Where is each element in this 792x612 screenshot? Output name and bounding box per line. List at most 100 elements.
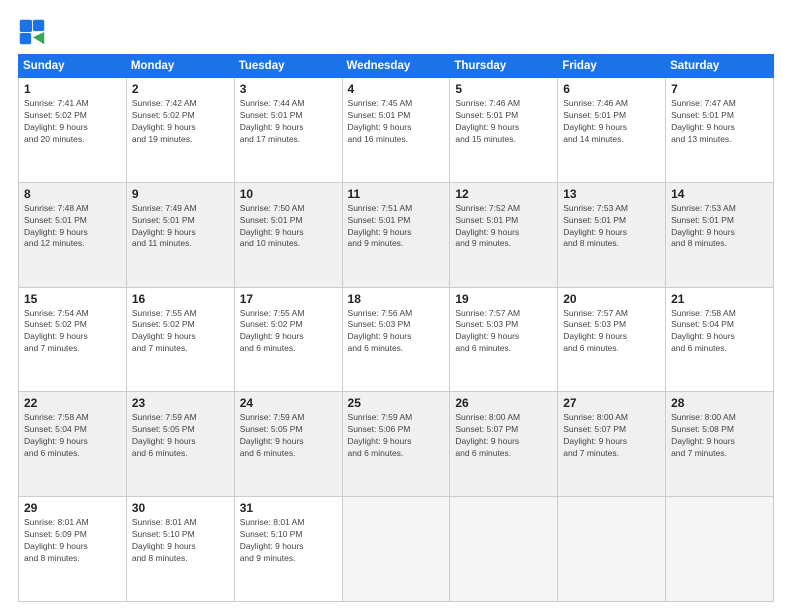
calendar-cell: 2 Sunrise: 7:42 AMSunset: 5:02 PMDaylight… [126, 78, 234, 183]
calendar-cell: 9 Sunrise: 7:49 AMSunset: 5:01 PMDaylight… [126, 182, 234, 287]
day-number: 28 [671, 396, 769, 410]
calendar-cell [450, 497, 558, 602]
logo [18, 18, 50, 46]
page: SundayMondayTuesdayWednesdayThursdayFrid… [0, 0, 792, 612]
cell-text: Sunrise: 7:53 AMSunset: 5:01 PMDaylight:… [563, 203, 661, 251]
cell-text: Sunrise: 8:01 AMSunset: 5:10 PMDaylight:… [240, 517, 338, 565]
calendar-cell: 31 Sunrise: 8:01 AMSunset: 5:10 PMDayligh… [234, 497, 342, 602]
calendar-cell: 14 Sunrise: 7:53 AMSunset: 5:01 PMDayligh… [666, 182, 774, 287]
day-number: 16 [132, 292, 230, 306]
cell-text: Sunrise: 7:54 AMSunset: 5:02 PMDaylight:… [24, 308, 122, 356]
day-number: 3 [240, 82, 338, 96]
calendar-cell: 29Sunrise: 8:01 AMSunset: 5:09 PMDayligh… [19, 497, 127, 602]
calendar-cell: 25 Sunrise: 7:59 AMSunset: 5:06 PMDayligh… [342, 392, 450, 497]
calendar-cell [342, 497, 450, 602]
day-number: 1 [24, 82, 122, 96]
calendar-cell: 30 Sunrise: 8:01 AMSunset: 5:10 PMDayligh… [126, 497, 234, 602]
day-number: 18 [348, 292, 446, 306]
day-number: 21 [671, 292, 769, 306]
calendar-cell: 18 Sunrise: 7:56 AMSunset: 5:03 PMDayligh… [342, 287, 450, 392]
cell-text: Sunrise: 7:53 AMSunset: 5:01 PMDaylight:… [671, 203, 769, 251]
cell-text: Sunrise: 7:50 AMSunset: 5:01 PMDaylight:… [240, 203, 338, 251]
calendar-cell: 17 Sunrise: 7:55 AMSunset: 5:02 PMDayligh… [234, 287, 342, 392]
day-number: 14 [671, 187, 769, 201]
cell-text: Sunrise: 7:49 AMSunset: 5:01 PMDaylight:… [132, 203, 230, 251]
cell-text: Sunrise: 8:00 AMSunset: 5:07 PMDaylight:… [563, 412, 661, 460]
calendar-cell: 6 Sunrise: 7:46 AMSunset: 5:01 PMDaylight… [558, 78, 666, 183]
day-number: 17 [240, 292, 338, 306]
calendar-cell: 21 Sunrise: 7:58 AMSunset: 5:04 PMDayligh… [666, 287, 774, 392]
day-header-saturday: Saturday [666, 55, 774, 78]
cell-text: Sunrise: 7:55 AMSunset: 5:02 PMDaylight:… [240, 308, 338, 356]
day-number: 2 [132, 82, 230, 96]
calendar-cell [666, 497, 774, 602]
cell-text: Sunrise: 7:41 AMSunset: 5:02 PMDaylight:… [24, 98, 122, 146]
cell-text: Sunrise: 7:45 AMSunset: 5:01 PMDaylight:… [348, 98, 446, 146]
calendar-week-row: 15 Sunrise: 7:54 AMSunset: 5:02 PMDayligh… [19, 287, 774, 392]
calendar-cell: 7 Sunrise: 7:47 AMSunset: 5:01 PMDaylight… [666, 78, 774, 183]
day-number: 7 [671, 82, 769, 96]
day-number: 12 [455, 187, 553, 201]
day-number: 24 [240, 396, 338, 410]
logo-icon [18, 18, 46, 46]
calendar-cell: 27 Sunrise: 8:00 AMSunset: 5:07 PMDayligh… [558, 392, 666, 497]
day-number: 15 [24, 292, 122, 306]
cell-text: Sunrise: 8:01 AMSunset: 5:10 PMDaylight:… [132, 517, 230, 565]
day-header-thursday: Thursday [450, 55, 558, 78]
cell-text: Sunrise: 7:46 AMSunset: 5:01 PMDaylight:… [455, 98, 553, 146]
day-number: 11 [348, 187, 446, 201]
calendar-cell: 1 Sunrise: 7:41 AMSunset: 5:02 PMDaylight… [19, 78, 127, 183]
cell-text: Sunrise: 7:44 AMSunset: 5:01 PMDaylight:… [240, 98, 338, 146]
calendar-cell: 19 Sunrise: 7:57 AMSunset: 5:03 PMDayligh… [450, 287, 558, 392]
calendar-cell: 23 Sunrise: 7:59 AMSunset: 5:05 PMDayligh… [126, 392, 234, 497]
cell-text: Sunrise: 7:52 AMSunset: 5:01 PMDaylight:… [455, 203, 553, 251]
day-number: 31 [240, 501, 338, 515]
day-number: 4 [348, 82, 446, 96]
day-header-monday: Monday [126, 55, 234, 78]
day-number: 23 [132, 396, 230, 410]
day-header-tuesday: Tuesday [234, 55, 342, 78]
calendar-week-row: 29Sunrise: 8:01 AMSunset: 5:09 PMDayligh… [19, 497, 774, 602]
day-number: 5 [455, 82, 553, 96]
calendar-cell: 11 Sunrise: 7:51 AMSunset: 5:01 PMDayligh… [342, 182, 450, 287]
day-number: 25 [348, 396, 446, 410]
cell-text: Sunrise: 7:57 AMSunset: 5:03 PMDaylight:… [455, 308, 553, 356]
day-number: 27 [563, 396, 661, 410]
day-number: 19 [455, 292, 553, 306]
calendar-cell: 13 Sunrise: 7:53 AMSunset: 5:01 PMDayligh… [558, 182, 666, 287]
cell-text: Sunrise: 7:57 AMSunset: 5:03 PMDaylight:… [563, 308, 661, 356]
calendar-cell: 3 Sunrise: 7:44 AMSunset: 5:01 PMDaylight… [234, 78, 342, 183]
cell-text: Sunrise: 7:59 AMSunset: 5:05 PMDaylight:… [240, 412, 338, 460]
day-number: 30 [132, 501, 230, 515]
cell-text: Sunrise: 7:59 AMSunset: 5:05 PMDaylight:… [132, 412, 230, 460]
cell-text: Sunrise: 7:51 AMSunset: 5:01 PMDaylight:… [348, 203, 446, 251]
calendar-week-row: 22Sunrise: 7:58 AMSunset: 5:04 PMDayligh… [19, 392, 774, 497]
cell-text: Sunrise: 7:48 AMSunset: 5:01 PMDaylight:… [24, 203, 122, 251]
calendar-cell: 26Sunrise: 8:00 AMSunset: 5:07 PMDayligh… [450, 392, 558, 497]
cell-text: Sunrise: 7:42 AMSunset: 5:02 PMDaylight:… [132, 98, 230, 146]
calendar-cell: 16Sunrise: 7:55 AMSunset: 5:02 PMDayligh… [126, 287, 234, 392]
calendar-week-row: 1 Sunrise: 7:41 AMSunset: 5:02 PMDaylight… [19, 78, 774, 183]
calendar-cell: 20Sunrise: 7:57 AMSunset: 5:03 PMDayligh… [558, 287, 666, 392]
day-number: 22 [24, 396, 122, 410]
calendar-cell: 4 Sunrise: 7:45 AMSunset: 5:01 PMDaylight… [342, 78, 450, 183]
day-number: 13 [563, 187, 661, 201]
calendar-cell: 10Sunrise: 7:50 AMSunset: 5:01 PMDayligh… [234, 182, 342, 287]
day-number: 9 [132, 187, 230, 201]
day-header-sunday: Sunday [19, 55, 127, 78]
day-number: 26 [455, 396, 553, 410]
calendar-cell: 5 Sunrise: 7:46 AMSunset: 5:01 PMDaylight… [450, 78, 558, 183]
day-number: 8 [24, 187, 122, 201]
cell-text: Sunrise: 7:58 AMSunset: 5:04 PMDaylight:… [671, 308, 769, 356]
day-header-friday: Friday [558, 55, 666, 78]
calendar-table: SundayMondayTuesdayWednesdayThursdayFrid… [18, 54, 774, 602]
cell-text: Sunrise: 7:59 AMSunset: 5:06 PMDaylight:… [348, 412, 446, 460]
cell-text: Sunrise: 7:56 AMSunset: 5:03 PMDaylight:… [348, 308, 446, 356]
cell-text: Sunrise: 7:46 AMSunset: 5:01 PMDaylight:… [563, 98, 661, 146]
calendar-cell: 22Sunrise: 7:58 AMSunset: 5:04 PMDayligh… [19, 392, 127, 497]
day-number: 6 [563, 82, 661, 96]
header [18, 18, 774, 46]
cell-text: Sunrise: 7:47 AMSunset: 5:01 PMDaylight:… [671, 98, 769, 146]
calendar-cell: 28Sunrise: 8:00 AMSunset: 5:08 PMDayligh… [666, 392, 774, 497]
calendar-cell: 8 Sunrise: 7:48 AMSunset: 5:01 PMDaylight… [19, 182, 127, 287]
